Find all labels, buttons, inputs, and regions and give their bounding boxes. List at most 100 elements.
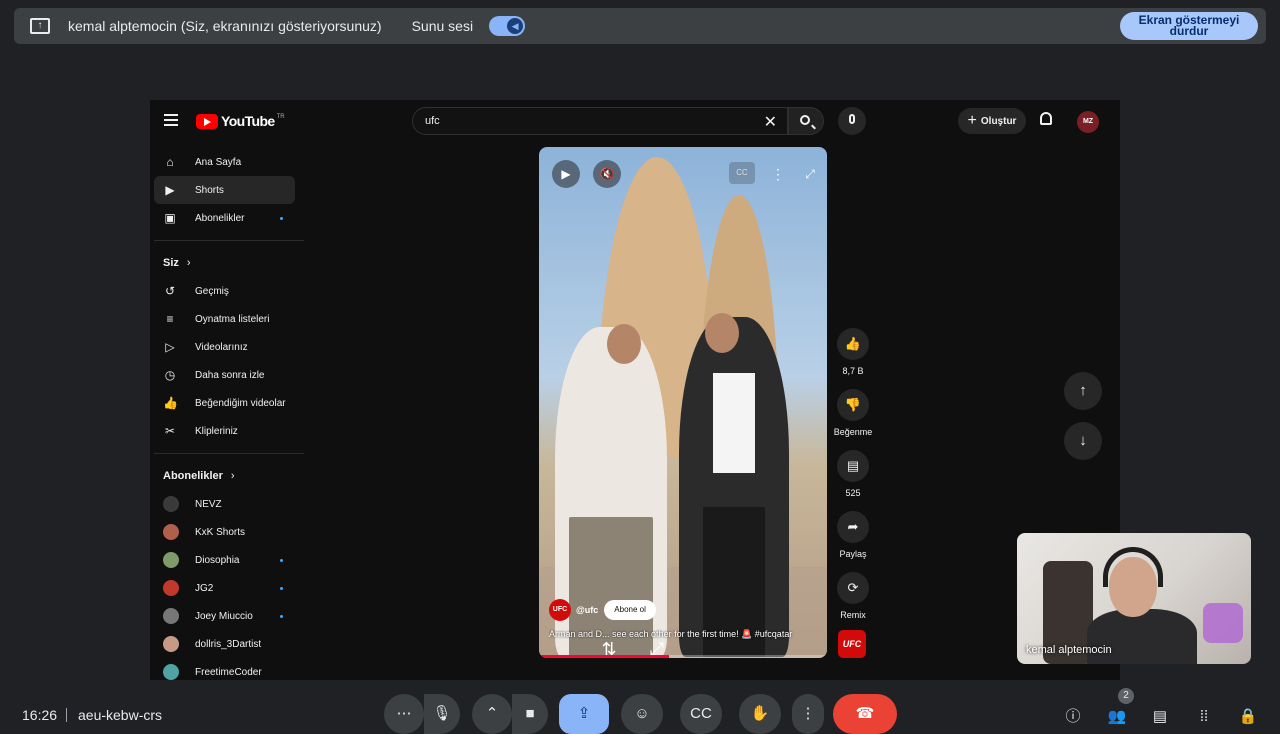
share-label: Paylaş bbox=[839, 549, 867, 559]
fullscreen-icon[interactable]: ⤢ bbox=[796, 160, 824, 188]
channel-name: JG2 bbox=[195, 582, 214, 594]
participants-count-badge: 2 bbox=[1118, 688, 1134, 704]
play-icon[interactable]: ▶ bbox=[552, 160, 580, 188]
new-content-dot bbox=[280, 614, 283, 618]
sidebar-item-your-videos[interactable]: ▷ Videolarınız bbox=[150, 333, 306, 361]
sidebar-channel-dollris[interactable]: dollris_3Dartist bbox=[150, 630, 306, 658]
sidebar-item-playlists[interactable]: ≡ Oynatma listeleri bbox=[150, 305, 306, 333]
clear-search-icon[interactable]: ✕ bbox=[764, 112, 777, 132]
more-vertical-icon[interactable]: ⋮ bbox=[764, 160, 792, 188]
new-content-dot bbox=[280, 216, 283, 220]
sidebar-item-label: Shorts bbox=[195, 184, 224, 196]
present-screen-button[interactable]: ⇪ bbox=[559, 694, 609, 734]
remix-action[interactable]: ⟳ Remix bbox=[832, 572, 874, 633]
menu-icon[interactable] bbox=[164, 114, 178, 126]
notifications-bell-icon[interactable] bbox=[1040, 112, 1052, 125]
chevron-up-icon[interactable]: ⌃ bbox=[472, 694, 512, 734]
dislike-action[interactable]: 👎 Beğenme bbox=[832, 389, 874, 450]
activities-icon[interactable]: ⁞⁞ bbox=[1193, 706, 1215, 728]
short-channel-row: UFC @ufc Abone ol bbox=[549, 599, 656, 621]
stop-presenting-button[interactable]: Ekran göstermeyi durdur bbox=[1120, 12, 1258, 40]
search-query: ufc bbox=[425, 115, 440, 127]
search-button[interactable] bbox=[788, 107, 824, 135]
camera-icon[interactable]: ■ bbox=[512, 694, 548, 734]
playlists-icon: ≡ bbox=[166, 312, 174, 326]
sidebar-item-label: Ana Sayfa bbox=[195, 156, 242, 168]
search-icon bbox=[800, 115, 810, 125]
share-action[interactable]: ➦ Paylaş bbox=[832, 511, 874, 572]
leave-call-button[interactable]: ☎ bbox=[833, 694, 897, 734]
self-view-lamp bbox=[1203, 603, 1243, 643]
youtube-logo-text: YouTube bbox=[221, 113, 275, 129]
subscribe-button[interactable]: Abone ol bbox=[604, 600, 656, 620]
channel-avatar bbox=[163, 552, 179, 568]
sidebar-item-liked-videos[interactable]: 👍 Beğendiğim videolar bbox=[150, 389, 306, 417]
short-actions: 👍 8,7 B 👎 Beğenme ▤ 525 ➦ Paylaş ⟳ Remix bbox=[832, 328, 874, 633]
channel-avatar bbox=[163, 664, 179, 680]
sidebar-you-heading[interactable]: Siz › bbox=[150, 249, 306, 277]
sidebar-item-home[interactable]: ⌂ Ana Sayfa bbox=[150, 148, 306, 176]
channel-avatar bbox=[163, 636, 179, 652]
video-progress-fill bbox=[539, 655, 669, 658]
sidebar-item-label: Abonelikler bbox=[195, 212, 245, 224]
shorts-player[interactable]: ▶ 🔇 CC ⋮ ⤢ UFC @ufc Abone ol Arman and D… bbox=[539, 147, 827, 658]
present-screen-icon: ↑ bbox=[30, 18, 50, 34]
new-content-dot bbox=[280, 558, 283, 562]
sidebar-item-shorts[interactable]: ▶ Shorts bbox=[154, 176, 295, 204]
sidebar-item-watch-later[interactable]: ◷ Daha sonra izle bbox=[150, 361, 306, 389]
short-caption[interactable]: Arman and D... see each other for the fi… bbox=[549, 629, 819, 640]
people-icon[interactable]: 👥 bbox=[1106, 706, 1128, 728]
sidebar-item-label: Daha sonra izle bbox=[195, 369, 265, 381]
channel-avatar bbox=[163, 580, 179, 596]
remix-icon: ⟳ bbox=[837, 572, 869, 604]
microphone-icon[interactable]: 🎙 bbox=[424, 694, 460, 734]
liked-videos-icon: 👍 bbox=[163, 396, 178, 410]
video-person-right bbox=[679, 317, 789, 657]
sidebar-channel-diosophia[interactable]: Diosophia bbox=[150, 546, 306, 574]
sidebar-channel-freetimecoder[interactable]: FreetimeCoder bbox=[150, 658, 306, 680]
create-button[interactable]: + Oluştur bbox=[958, 108, 1026, 134]
like-action[interactable]: 👍 8,7 B bbox=[832, 328, 874, 389]
host-controls-icon[interactable]: 🔒 bbox=[1237, 706, 1259, 728]
you-heading-label: Siz bbox=[163, 257, 179, 269]
sidebar-channel-nevz[interactable]: NEVZ bbox=[150, 490, 306, 518]
more-audio-options-icon[interactable]: ⋯ bbox=[384, 694, 424, 734]
search-input[interactable]: ufc ✕ bbox=[412, 107, 788, 135]
channel-name: FreetimeCoder bbox=[195, 666, 262, 678]
channel-avatar bbox=[163, 608, 179, 624]
sidebar-channel-joey-miuccio[interactable]: Joey Miuccio bbox=[150, 602, 306, 630]
presentation-audio-toggle[interactable]: ◀ bbox=[489, 16, 526, 36]
shared-screen: YouTube TR ufc ✕ + Oluştur MZ ⌂ Ana Sayf… bbox=[150, 100, 1120, 680]
more-options-icon[interactable]: ⋮ bbox=[792, 694, 824, 734]
sidebar-channel-jg2[interactable]: JG2 bbox=[150, 574, 306, 602]
channel-name: dollris_3Dartist bbox=[195, 638, 262, 650]
channel-name: KxK Shorts bbox=[195, 526, 246, 538]
sidebar-item-history[interactable]: ↺ Geçmiş bbox=[150, 277, 306, 305]
next-short-arrow-down-icon[interactable]: ↓ bbox=[1064, 422, 1102, 460]
previous-short-arrow-up-icon[interactable]: ↑ bbox=[1064, 372, 1102, 410]
sound-source-tile[interactable]: UFC bbox=[838, 630, 866, 658]
meeting-info-icon[interactable]: ⓘ bbox=[1062, 706, 1084, 728]
presenting-banner: ↑ kemal alptemocin (Siz, ekranınızı göst… bbox=[14, 8, 1266, 44]
sidebar-subscriptions-heading[interactable]: Abonelikler › bbox=[150, 462, 306, 490]
channel-handle[interactable]: @ufc bbox=[576, 605, 598, 615]
voice-search-button[interactable] bbox=[838, 107, 866, 135]
channel-avatar[interactable]: UFC bbox=[549, 599, 571, 621]
emoji-reaction-icon[interactable]: ☺ bbox=[621, 694, 663, 734]
youtube-logo[interactable]: YouTube TR bbox=[196, 113, 285, 129]
account-avatar[interactable]: MZ bbox=[1077, 111, 1099, 133]
muted-volume-icon[interactable]: 🔇 bbox=[593, 160, 621, 188]
sidebar-item-subscriptions[interactable]: ▣ Abonelikler bbox=[150, 204, 306, 232]
chat-icon[interactable]: ▤ bbox=[1149, 706, 1171, 728]
sidebar-channel-kxk-shorts[interactable]: KxK Shorts bbox=[150, 518, 306, 546]
youtube-play-icon bbox=[196, 113, 218, 129]
comments-action[interactable]: ▤ 525 bbox=[832, 450, 874, 511]
sidebar-item-clips[interactable]: ✂ Klipleriniz bbox=[150, 417, 306, 445]
captions-icon[interactable]: CC bbox=[729, 162, 755, 184]
subscriptions-icon: ▣ bbox=[164, 211, 176, 225]
sidebar-item-label: Videolarınız bbox=[195, 341, 248, 353]
captions-icon[interactable]: CC bbox=[680, 694, 722, 734]
self-view-tile[interactable]: kemal alptemocin bbox=[1017, 533, 1251, 664]
video-progress-bar[interactable] bbox=[539, 655, 827, 658]
raise-hand-icon[interactable]: ✋ bbox=[739, 694, 781, 734]
